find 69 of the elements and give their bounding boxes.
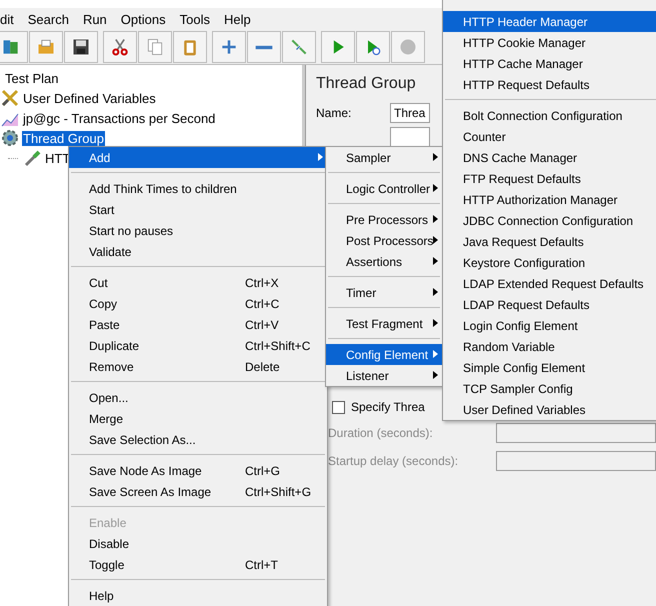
menu-item[interactable]: Paste Ctrl+V [69, 314, 327, 335]
field-label: Duration (seconds): [328, 426, 434, 440]
menu-bar-item[interactable]: Run [82, 12, 107, 26]
minus-icon [254, 44, 274, 50]
menu-item[interactable]: LDAP Extended Request Defaults [443, 273, 656, 294]
menu-item[interactable]: DNS Cache Manager [443, 147, 656, 168]
menu-item[interactable]: Save Selection As... [69, 429, 327, 450]
checkbox-label: Specify Threa [351, 400, 425, 414]
menu-bar-item[interactable]: dit [0, 12, 14, 26]
tree-item[interactable]: Thread Group [22, 130, 105, 146]
pipette-icon [23, 149, 41, 167]
menu-item[interactable]: Start no pauses [69, 220, 327, 241]
menu-item[interactable]: Random Variable [443, 336, 656, 357]
menu-item[interactable]: Save Node As Image Ctrl+G [69, 460, 327, 481]
panel-title: Thread Group [316, 75, 416, 93]
menu-item[interactable]: Toggle Ctrl+T [69, 554, 327, 575]
stop-icon [398, 37, 418, 57]
menu-item[interactable]: Remove Delete [69, 356, 327, 377]
comments-field[interactable] [390, 127, 430, 147]
menu-item[interactable]: FTP Request Defaults [443, 168, 656, 189]
toolbar-button[interactable] [64, 31, 98, 63]
menu-item[interactable]: Keystore Configuration [443, 252, 656, 273]
menu-item[interactable]: TCP Sampler Config [443, 378, 656, 399]
checkbox[interactable] [332, 400, 345, 414]
menu-item[interactable]: HTTP Cookie Manager [443, 32, 656, 53]
menu-item[interactable]: Java Request Defaults [443, 231, 656, 252]
menu-bar-item[interactable]: Tools [180, 12, 210, 26]
menu-item[interactable]: Login Config Element [443, 315, 656, 336]
tree-item[interactable]: jp@gc - Transactions per Second [22, 110, 216, 126]
menu-item[interactable]: Add [69, 147, 327, 168]
menu-item[interactable]: HTTP Authorization Manager [443, 189, 656, 210]
menu-bar-item[interactable]: Help [224, 12, 251, 26]
menu-item[interactable]: Add Think Times to children [69, 178, 327, 199]
menu-item[interactable]: Save Screen As Image Ctrl+Shift+G [69, 481, 327, 502]
input-field[interactable] [496, 423, 656, 443]
menu-item[interactable]: Copy Ctrl+C [69, 293, 327, 314]
cut-icon [110, 37, 130, 57]
pipettes-icon [289, 37, 309, 57]
menu-item[interactable]: JDBC Connection Configuration [443, 210, 656, 231]
tools-icon [1, 89, 19, 107]
menu-item[interactable]: HTTP Request Defaults [443, 74, 656, 95]
menu-bar-item[interactable]: Options [120, 12, 166, 26]
menu-item[interactable]: Counter [443, 126, 656, 147]
save-icon [71, 37, 91, 57]
tree-item[interactable]: HTT [44, 150, 72, 166]
menu-item[interactable]: Merge [69, 408, 327, 429]
menu-item[interactable]: Validate [69, 241, 327, 262]
tree-item[interactable]: User Defined Variables [22, 90, 157, 106]
menu-item[interactable]: Config Element [326, 344, 442, 365]
menu-item[interactable]: Help [69, 585, 327, 606]
menu-bar-item[interactable]: Search [28, 12, 69, 26]
menu-item[interactable]: Start [69, 199, 327, 220]
name-label: Name: [316, 106, 352, 120]
tree-item[interactable]: Test Plan [4, 70, 60, 86]
menu-item[interactable]: LDAP Request Defaults [443, 294, 656, 315]
input-field[interactable] [496, 451, 656, 471]
menu-item[interactable]: Disable [69, 533, 327, 554]
menu-item[interactable]: Bolt Connection Configuration [443, 105, 656, 126]
field-label: Startup delay (seconds): [328, 454, 460, 468]
menu-item[interactable]: HTTP Header Manager [443, 11, 656, 32]
menu-item[interactable]: Duplicate Ctrl+Shift+C [69, 335, 327, 356]
copy-icon [145, 37, 165, 57]
menu-item[interactable]: Open... [69, 387, 327, 408]
menu-item[interactable]: User Defined Variables [443, 399, 656, 420]
menu-item[interactable]: Cut Ctrl+X [69, 272, 327, 293]
menu-item[interactable]: HTTP Cache Manager [443, 53, 656, 74]
gear-icon [1, 129, 19, 147]
menu-item[interactable]: Simple Config Element [443, 357, 656, 378]
name-field[interactable]: Threa [390, 103, 430, 123]
